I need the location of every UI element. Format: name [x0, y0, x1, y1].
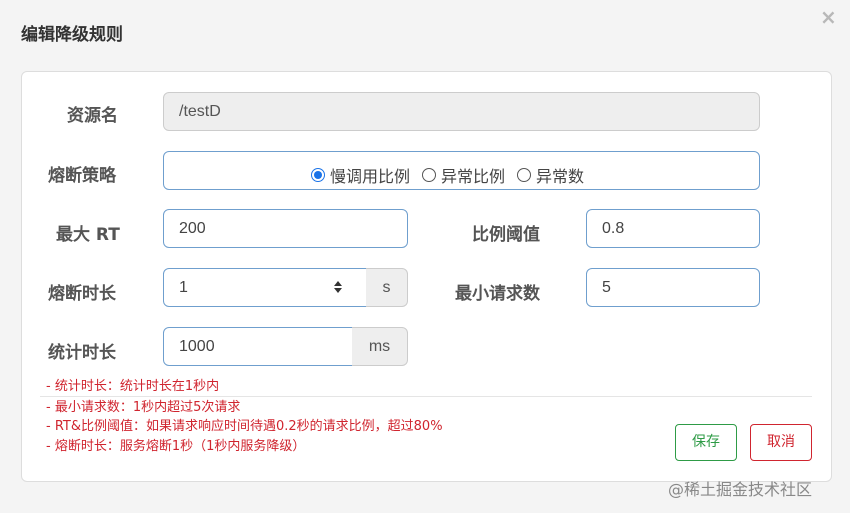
radio-error-count[interactable]: 异常数 [517, 163, 584, 187]
hint-line: - 熔断时长：服务熔断1秒（1秒内服务降级） [46, 439, 306, 454]
resource-label: 资源名 [67, 106, 118, 126]
strategy-radio-group: 慢调用比例 异常比例 异常数 [311, 163, 596, 187]
hint-line: - RT&比例阈值：如果请求响应时间待遇0.2秒的请求比例，超过80% [46, 419, 443, 434]
radio-error-ratio[interactable]: 异常比例 [422, 163, 505, 187]
radio-slow-ratio[interactable]: 慢调用比例 [311, 163, 410, 187]
radio-label: 异常数 [536, 167, 585, 186]
cancel-button[interactable]: 取消 [750, 424, 812, 461]
stat-duration-label: 统计时长 [48, 343, 116, 363]
break-duration-unit: s [366, 268, 408, 307]
hint-line: - 统计时长：统计时长在1秒内 [46, 379, 220, 394]
max-rt-label: 最大 RT [56, 225, 120, 245]
stat-duration-unit: ms [352, 327, 408, 366]
hint-line: - 最小请求数：1秒内超过5次请求 [46, 400, 241, 415]
save-button[interactable]: 保存 [675, 424, 737, 461]
min-requests-label: 最小请求数 [455, 284, 540, 304]
radio-unchecked-icon [422, 168, 437, 182]
dialog-title: 编辑降级规则 [21, 25, 123, 45]
radio-label: 慢调用比例 [330, 167, 411, 186]
number-stepper-icon[interactable] [331, 278, 345, 296]
min-requests-input[interactable]: 5 [586, 268, 760, 307]
radio-checked-icon [311, 168, 325, 182]
watermark: @稀土掘金技术社区 [668, 480, 813, 499]
radio-unchecked-icon [517, 168, 532, 182]
edit-degrade-rule-dialog: 编辑降级规则 × 资源名 /testD 熔断策略 慢调用比例 异常比例 异常数 … [0, 0, 850, 513]
ratio-threshold-label: 比例阈值 [472, 225, 540, 245]
break-duration-label: 熔断时长 [48, 284, 116, 304]
resource-input: /testD [163, 92, 760, 131]
max-rt-input[interactable]: 200 [163, 209, 408, 248]
radio-label: 异常比例 [441, 167, 506, 186]
strategy-label: 熔断策略 [48, 166, 116, 186]
close-icon[interactable]: × [820, 6, 837, 28]
ratio-threshold-input[interactable]: 0.8 [586, 209, 760, 248]
stat-duration-input[interactable]: 1000 [163, 327, 353, 366]
